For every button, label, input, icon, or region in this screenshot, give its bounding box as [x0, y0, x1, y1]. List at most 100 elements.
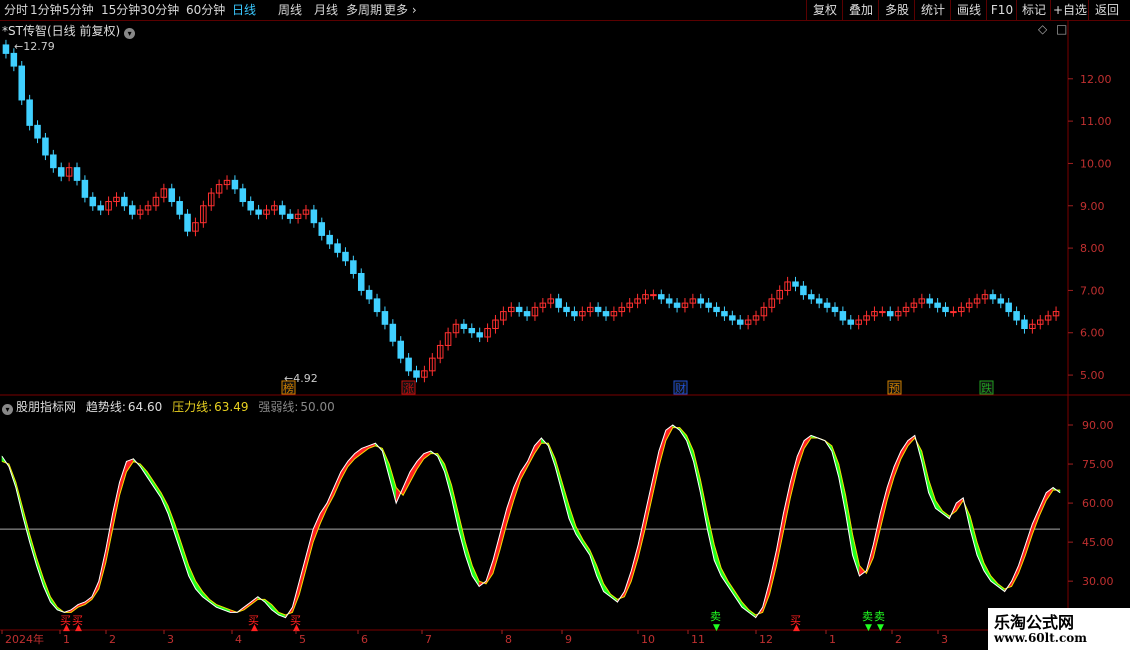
candle-body — [721, 311, 728, 317]
indicator-tick-label: 75.00 — [1082, 458, 1114, 471]
date-label: 5 — [299, 633, 306, 646]
candle-body — [523, 311, 531, 317]
date-label: 1 — [829, 633, 836, 646]
candle-body — [697, 298, 705, 304]
candle-body — [886, 311, 894, 317]
candle-body — [318, 222, 326, 236]
candle-body — [673, 302, 681, 308]
sell-signal: 卖 — [710, 610, 721, 623]
ribbon-segment — [354, 447, 362, 460]
event-marker-label[interactable]: 预 — [889, 382, 900, 395]
price-tick-label: 12.00 — [1080, 73, 1112, 86]
candle-body — [705, 302, 712, 308]
candle-body — [389, 323, 397, 342]
candle-body — [81, 179, 89, 198]
candle-body — [713, 306, 720, 313]
price-tick-label: 7.00 — [1080, 284, 1105, 297]
candle-body — [10, 52, 18, 67]
candle-body — [594, 306, 602, 313]
candle-body — [231, 179, 239, 190]
candle-body — [129, 205, 136, 215]
candle-body — [792, 281, 799, 287]
chart-canvas[interactable]: 12.00 11.00 10.00 9.00 8.00 7.00 6.00 5.00 ←12.7… — [0, 0, 1130, 650]
candle-body — [334, 243, 341, 253]
candle-body — [658, 294, 665, 300]
candle-body — [665, 298, 673, 304]
date-label: 2 — [895, 633, 902, 646]
ribbon-segment — [644, 482, 653, 530]
ribbon-segment — [651, 450, 660, 498]
candle-body — [476, 332, 483, 338]
candle-body — [460, 323, 468, 330]
candle-body — [1021, 319, 1028, 330]
candle-body — [97, 205, 104, 211]
candle-body — [808, 294, 815, 300]
candle-body — [650, 294, 657, 297]
price-tick-label: 8.00 — [1080, 242, 1105, 255]
candle-body — [602, 311, 610, 317]
candle-body — [800, 285, 807, 296]
candle-body — [1013, 311, 1020, 321]
date-label: 11 — [691, 633, 705, 646]
candle-body — [121, 196, 128, 207]
candle-body — [247, 201, 254, 211]
candle-body — [997, 298, 1005, 304]
price-tick-label: 6.00 — [1080, 327, 1105, 340]
candle-body — [342, 251, 349, 262]
price-tick-label: 11.00 — [1080, 115, 1112, 128]
ribbon-segment — [707, 513, 715, 561]
candle-body — [255, 209, 262, 215]
price-tick-label: 5.00 — [1080, 369, 1105, 382]
candle-body — [413, 370, 420, 378]
candle-body — [373, 298, 381, 313]
indicator-tick-label: 30.00 — [1082, 575, 1114, 588]
candle-body — [42, 137, 49, 156]
candle-body — [365, 289, 373, 300]
price-tick-label: 9.00 — [1080, 200, 1105, 213]
date-label: 12 — [759, 633, 773, 646]
sell-signal: 卖 — [874, 610, 885, 623]
date-label: 2024年 — [5, 632, 44, 646]
ribbon-segment — [299, 555, 307, 595]
candle-body — [168, 188, 176, 203]
candle-body — [831, 306, 839, 313]
candle-body — [50, 154, 57, 169]
candle-body — [350, 260, 357, 274]
signal-arrow: ▲ — [75, 623, 82, 633]
candle-body — [823, 302, 831, 308]
watermark: 乐淘公式网 www.60lt.com — [988, 608, 1130, 650]
event-marker-label[interactable]: 榜 — [283, 381, 294, 395]
candle-body — [57, 167, 65, 177]
candle-body — [468, 328, 476, 334]
indicator-tick-label: 45.00 — [1082, 536, 1114, 549]
date-label: 8 — [505, 633, 512, 646]
signal-arrow: ▼ — [713, 623, 720, 633]
candle-body — [184, 213, 191, 232]
date-label: 4 — [235, 633, 242, 646]
date-label: 7 — [425, 633, 432, 646]
sell-signal: 卖 — [862, 610, 873, 623]
date-label: 1 — [63, 633, 70, 646]
candle-body — [989, 294, 997, 300]
signal-arrow: ▲ — [63, 623, 70, 633]
event-marker-label[interactable]: 涨 — [403, 382, 414, 395]
candle-body — [34, 124, 41, 139]
watermark-title: 乐淘公式网 — [994, 613, 1075, 632]
candle-body — [310, 209, 318, 224]
candle-body — [815, 298, 823, 304]
date-label: 6 — [361, 633, 368, 646]
candle-body — [847, 319, 855, 325]
candle-body — [563, 306, 570, 313]
candle-body — [2, 44, 10, 54]
candle-body — [357, 272, 365, 291]
candle-body — [381, 311, 389, 325]
date-label: 9 — [565, 633, 572, 646]
candle-body — [571, 311, 578, 317]
candle-body — [1005, 302, 1012, 313]
candle-body — [73, 167, 81, 181]
event-marker-label[interactable]: 财 — [675, 381, 686, 395]
signal-arrow: ▼ — [865, 623, 872, 633]
candle-body — [879, 311, 886, 314]
indicator-tick-label: 90.00 — [1082, 419, 1114, 432]
event-marker-label[interactable]: 跌 — [981, 381, 992, 395]
